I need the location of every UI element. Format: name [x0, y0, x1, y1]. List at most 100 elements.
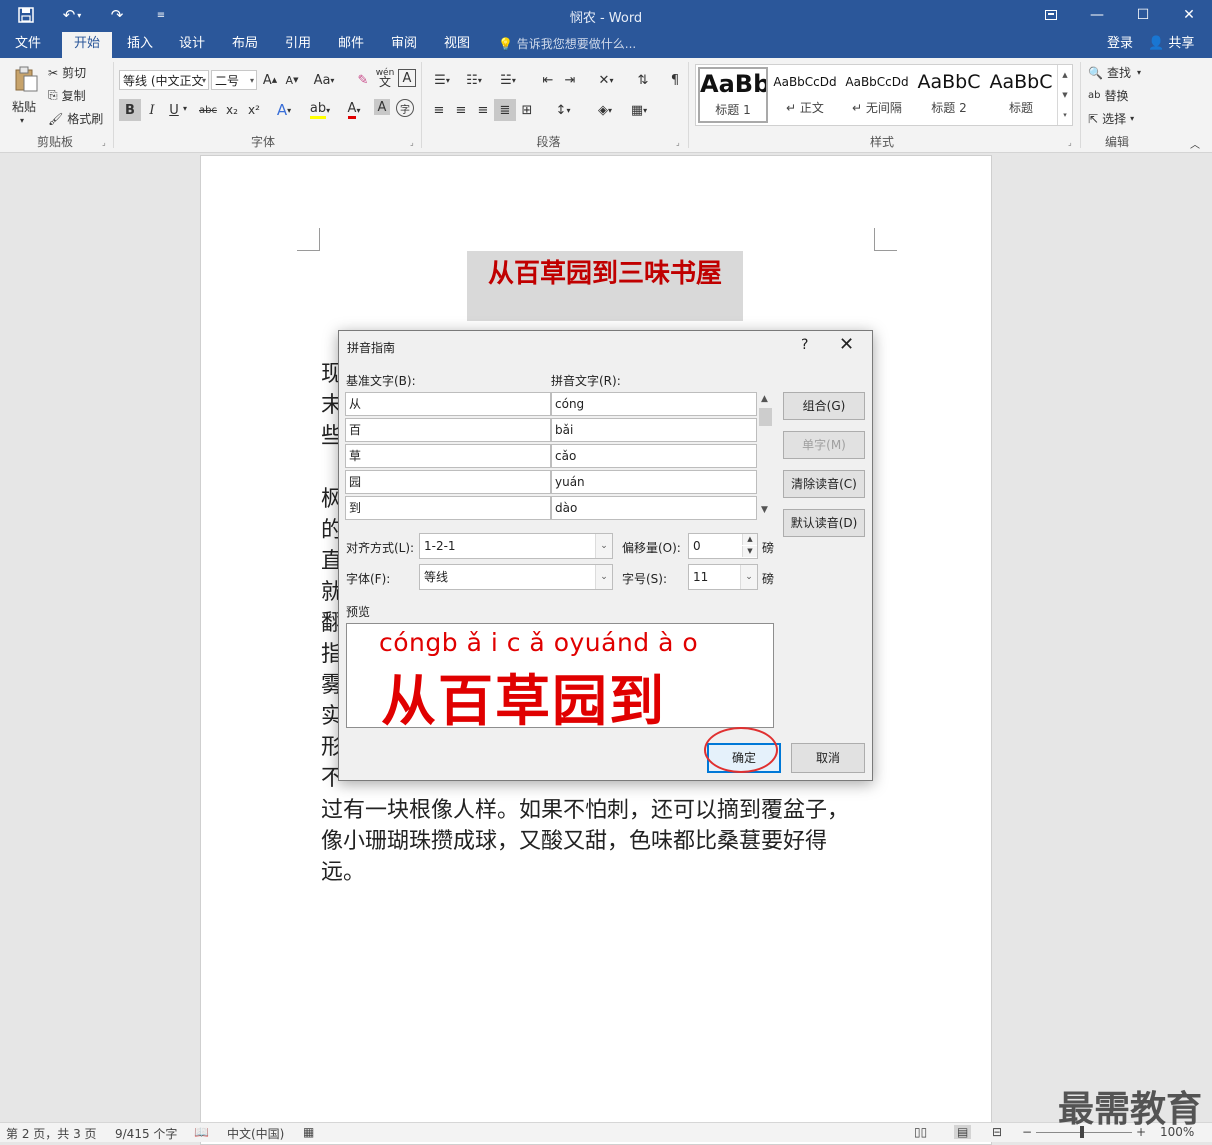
font-select[interactable]: 等线 ⌄ [419, 564, 613, 590]
font-launcher-icon[interactable]: ⌟ [410, 138, 414, 147]
bullets-icon[interactable]: ☰ ▾ [428, 69, 456, 91]
rows-scrollbar[interactable]: ▲ ▼ [757, 392, 774, 520]
copy-button[interactable]: ⎘ 复制 [48, 87, 86, 104]
font-name-combo[interactable]: 等线 (中文正文 ▾ [119, 70, 209, 90]
styles-scroll[interactable]: ▲ ▼ ▾ [1057, 65, 1072, 125]
tab-view[interactable]: 视图 [435, 32, 479, 58]
justify-icon[interactable]: ≣ [494, 99, 516, 121]
spin-up-icon[interactable]: ▲ [742, 534, 757, 545]
find-button[interactable]: 🔍 查找 ▾ [1088, 64, 1141, 81]
web-layout-icon[interactable]: ⊟ [992, 1125, 1002, 1139]
style-heading-1[interactable]: AaBb 标题 1 [698, 67, 768, 123]
paste-dropdown-icon[interactable]: ▾ [20, 116, 24, 125]
shading-icon[interactable]: ◈ ▾ [590, 99, 620, 121]
page-count[interactable]: 第 2 页，共 3 页 [6, 1125, 97, 1142]
strikethrough-button[interactable]: abc [195, 99, 221, 121]
show-marks-icon[interactable]: ¶ [664, 69, 686, 91]
ruby-text-field[interactable]: cóng [551, 392, 757, 416]
base-text-field[interactable]: 草 [345, 444, 551, 468]
replace-button[interactable]: ab 替换 [1088, 87, 1129, 104]
help-icon[interactable]: ? [801, 337, 808, 353]
character-border-icon[interactable]: A [398, 69, 416, 87]
align-left-icon[interactable]: ≡ [428, 99, 450, 121]
clear-formatting-icon[interactable]: ✎ [352, 69, 374, 91]
decrease-indent-icon[interactable]: ⇤ [537, 69, 559, 91]
grow-font-icon[interactable]: A ▲ [259, 69, 281, 91]
change-case-icon[interactable]: Aa ▾ [309, 69, 339, 91]
subscript-button[interactable]: x₂ [221, 99, 243, 121]
font-size-combo[interactable]: 二号 ▾ [211, 70, 257, 90]
underline-button[interactable]: U [163, 99, 185, 121]
ribbon-display-options-icon[interactable] [1028, 0, 1074, 30]
proofing-icon[interactable]: 📖 [194, 1125, 209, 1139]
scroll-up-icon[interactable]: ▲ [761, 394, 768, 404]
language-indicator[interactable]: 中文(中国) [227, 1125, 284, 1142]
numbering-icon[interactable]: ☷ ▾ [460, 69, 488, 91]
group-button[interactable]: 组合(G) [783, 392, 865, 420]
paste-icon[interactable] [12, 64, 40, 94]
style-heading-2[interactable]: AaBbC 标题 2 [914, 67, 984, 123]
text-effects-icon[interactable]: A ▾ [273, 99, 295, 121]
alignment-select[interactable]: 1-2-1 ⌄ [419, 533, 613, 559]
cut-button[interactable]: ✂ 剪切 [48, 64, 86, 81]
chinese-layout-icon[interactable]: ✕ ▾ [591, 69, 621, 91]
clear-ruby-button[interactable]: 清除读音(C) [783, 470, 865, 498]
ruby-text-field[interactable]: cǎo [551, 444, 757, 468]
base-text-field[interactable]: 园 [345, 470, 551, 494]
ruby-text-field[interactable]: dào [551, 496, 757, 520]
close-icon[interactable]: ✕ [839, 334, 854, 355]
default-ruby-button[interactable]: 默认读音(D) [783, 509, 865, 537]
share-button[interactable]: 👤 共享 [1148, 32, 1194, 58]
format-painter-button[interactable]: 🖌 格式刷 [48, 110, 103, 127]
tab-review[interactable]: 审阅 [382, 32, 426, 58]
font-color-icon[interactable]: A ▾ [339, 99, 369, 121]
borders-icon[interactable]: ▦ ▾ [624, 99, 654, 121]
minimize-icon[interactable]: — [1074, 0, 1120, 30]
close-window-icon[interactable]: ✕ [1166, 0, 1212, 30]
tab-home[interactable]: 开始 [62, 32, 112, 58]
character-shading-icon[interactable]: A [374, 99, 390, 115]
style-title[interactable]: AaBbC 标题 [986, 67, 1056, 123]
underline-dropdown-icon[interactable]: ▾ [183, 104, 187, 113]
base-text-field[interactable]: 到 [345, 496, 551, 520]
align-right-icon[interactable]: ≡ [472, 99, 494, 121]
ruby-text-field[interactable]: bǎi [551, 418, 757, 442]
spin-down-icon[interactable]: ▼ [742, 546, 757, 557]
line-spacing-icon[interactable]: ↕ ▾ [548, 99, 578, 121]
word-count[interactable]: 9/415 个字 [115, 1125, 177, 1142]
size-select[interactable]: 11 ⌄ [688, 564, 758, 590]
increase-indent-icon[interactable]: ⇥ [559, 69, 581, 91]
scroll-thumb[interactable] [759, 408, 772, 426]
maximize-icon[interactable]: ☐ [1120, 0, 1166, 30]
phonetic-guide-icon[interactable]: wén 文 [374, 67, 396, 89]
sort-icon[interactable]: ⇅ [632, 69, 654, 91]
tab-mailings[interactable]: 邮件 [329, 32, 373, 58]
paragraph-launcher-icon[interactable]: ⌟ [676, 138, 680, 147]
zoom-out-icon[interactable]: − [1022, 1125, 1032, 1139]
read-mode-icon[interactable]: ▯▯ [914, 1125, 927, 1139]
tell-me-search[interactable]: 💡 告诉我您想要做什么... [498, 32, 636, 58]
macro-icon[interactable]: ▦ [303, 1125, 314, 1139]
base-text-field[interactable]: 百 [345, 418, 551, 442]
shrink-font-icon[interactable]: A ▼ [281, 69, 303, 91]
multilevel-list-icon[interactable]: ☱ ▾ [494, 69, 522, 91]
doc-text-line[interactable]: 远。 [321, 854, 365, 886]
tab-design[interactable]: 设计 [170, 32, 214, 58]
login-link[interactable]: 登录 [1107, 32, 1133, 58]
print-layout-icon[interactable]: ▤ [954, 1125, 972, 1139]
paste-button[interactable]: 粘贴 [12, 98, 36, 115]
mono-button[interactable]: 单字(M) [783, 431, 865, 459]
align-center-icon[interactable]: ≡ [450, 99, 472, 121]
select-button[interactable]: ⇱ 选择 ▾ [1088, 110, 1134, 127]
cancel-button[interactable]: 取消 [791, 743, 865, 773]
tab-file[interactable]: 文件 [6, 32, 50, 58]
tab-references[interactable]: 引用 [276, 32, 320, 58]
document-title[interactable]: 从百草园到三味书屋 [467, 251, 743, 321]
highlight-color-icon[interactable]: ab ▾ [305, 99, 335, 121]
style-normal[interactable]: AaBbCcDd ↵ 正文 [770, 67, 840, 123]
offset-spinner[interactable]: 0 ▲ ▼ [688, 533, 758, 559]
superscript-button[interactable]: x² [243, 99, 265, 121]
doc-text-line[interactable]: 像小珊瑚珠攒成球，又酸又甜，色味都比桑葚要好得 [321, 823, 827, 855]
scroll-down-icon[interactable]: ▼ [761, 505, 768, 515]
base-text-field[interactable]: 从 [345, 392, 551, 416]
